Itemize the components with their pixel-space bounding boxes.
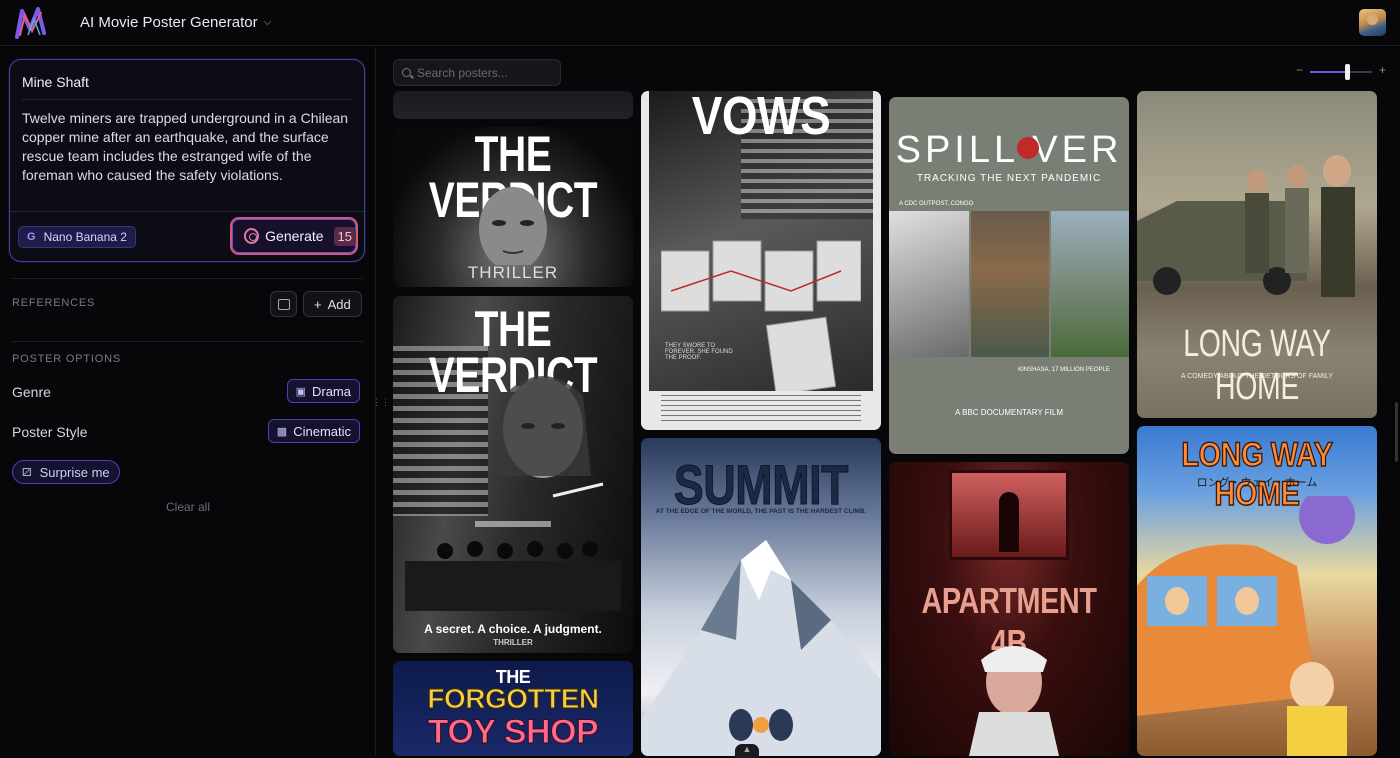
add-label: Add <box>327 296 351 312</box>
generate-button[interactable]: Generate 15 <box>230 217 358 255</box>
clapperboard-icon: ▣ <box>295 385 306 398</box>
surprise-me-button[interactable]: ⚂ Surprise me <box>12 460 120 484</box>
poster-style-label: Poster Style <box>12 424 88 440</box>
nurse-illustration <box>969 646 1059 756</box>
genre-select[interactable]: ▣ Drama <box>286 379 360 403</box>
image-icon <box>277 298 290 310</box>
family-car-illustration <box>1137 155 1355 297</box>
poster-tagline: A COMEDY ABOUT THE DETOURS OF FAMILY <box>1180 373 1334 380</box>
poster-tagline: THRILLER <box>467 263 559 282</box>
lab-scene <box>889 211 969 357</box>
prompt-title-input[interactable]: Mine Shaft <box>22 74 89 90</box>
add-reference-button[interactable]: + Add <box>303 291 362 317</box>
photo-collage-illustration <box>661 240 861 391</box>
zoom-handle[interactable] <box>1345 64 1351 80</box>
poster-style-value: Cinematic <box>293 423 351 439</box>
credit-count-badge: 15 <box>333 226 356 246</box>
poster-title: VOWS <box>691 91 831 146</box>
genre-value: Drama <box>311 383 351 399</box>
poster-style-select[interactable]: ▩ Cinematic <box>267 419 360 443</box>
poster-tagline: ロング・ウェイ・ホーム <box>1196 477 1318 489</box>
prompt-description-input[interactable]: Twelve miners are trapped underground in… <box>22 109 352 185</box>
sidebar: Mine Shaft Twelve miners are trapped und… <box>0 47 376 756</box>
poster-card[interactable]: SUMMIT AT THE EDGE OF THE WORLD, THE PAS… <box>641 438 881 756</box>
divider <box>12 341 363 342</box>
user-avatar-icon[interactable] <box>1359 9 1386 36</box>
poster-options-label: POSTER OPTIONS <box>12 353 121 365</box>
search-input[interactable]: Search posters... <box>393 59 561 86</box>
model-selector[interactable]: G Nano Banana 2 <box>18 226 136 248</box>
poster-card[interactable]: SPILL VER TRACKING THE NEXT PANDEMIC A C… <box>889 97 1129 454</box>
divider <box>22 99 352 100</box>
genre-label: Genre <box>12 384 51 400</box>
city-scene <box>1051 211 1129 357</box>
poster-card[interactable]: THE VERDICT THRILLER <box>393 127 633 287</box>
poster-note: A CDC OUTPOST, CONGO <box>899 201 974 207</box>
poster-card[interactable]: LONG WAY HOME A COMEDY ABOUT THE DETOURS… <box>1137 91 1377 418</box>
poster-title: LONG WAY HOME <box>1183 323 1331 408</box>
brand-logo-icon[interactable] <box>14 5 52 41</box>
zoom-in-icon[interactable]: + <box>1379 63 1386 77</box>
van-illustration <box>1137 496 1355 756</box>
poster-caption: KINSHASA, 17 MILLION PEOPLE <box>1018 367 1110 373</box>
poster-gallery: Search posters... − + THE VERDICT THRILL… <box>377 47 1400 758</box>
mountain-illustration <box>641 540 881 756</box>
aperture-icon <box>244 228 260 244</box>
zoom-fill <box>1310 71 1348 73</box>
virus-icon <box>1017 137 1039 159</box>
poster-card[interactable]: THE FORGOTTEN TOY SHOP <box>393 661 633 756</box>
poster-card[interactable]: VOWS THEY SWORE TO FOREVER. SHE FOUND TH… <box>641 91 881 430</box>
zoom-out-icon[interactable]: − <box>1296 63 1303 77</box>
poster-footer: THRILLER <box>493 638 533 647</box>
poster-tagline: A secret. A choice. A judgment. <box>424 622 602 636</box>
search-placeholder: Search posters... <box>417 65 508 80</box>
scrollbar[interactable] <box>1395 402 1398 462</box>
divider <box>12 278 363 279</box>
camera-icon: ▩ <box>276 425 288 438</box>
silhouette-illustration <box>999 492 1019 552</box>
poster-card[interactable] <box>393 91 633 119</box>
model-label: Nano Banana 2 <box>43 230 127 244</box>
poster-tagline: AT THE EDGE OF THE WORLD, THE PAST IS TH… <box>655 508 867 515</box>
prompt-card: Mine Shaft Twelve miners are trapped und… <box>9 59 365 262</box>
poster-title: SPILL VER <box>895 129 1123 171</box>
top-bar: AI Movie Poster Generator ⌵ <box>0 0 1400 46</box>
woman-smoking-illustration <box>495 376 604 498</box>
poster-card[interactable]: APARTMENT 4B <box>889 462 1129 756</box>
search-icon <box>402 68 411 77</box>
portrait-illustration <box>479 187 547 265</box>
poster-title-line: FORGOTTEN <box>427 683 600 715</box>
zoom-track[interactable] <box>1310 64 1372 80</box>
poster-footer: A BBC DOCUMENTARY FILM <box>954 408 1064 417</box>
market-scene <box>971 211 1049 357</box>
poster-tagline: THEY SWORE TO FOREVER. SHE FOUND THE PRO… <box>665 343 733 361</box>
chevron-down-icon: ⌵ <box>263 17 272 28</box>
surprise-label: Surprise me <box>39 464 110 480</box>
courtroom-illustration <box>405 521 621 611</box>
references-label: REFERENCES <box>12 297 96 309</box>
poster-card[interactable]: THE VERDICT A secret. A choice. A judgme… <box>393 296 633 653</box>
poster-card[interactable]: LONG WAY HOME ロング・ウェイ・ホーム <box>1137 426 1377 756</box>
credits-block <box>661 395 861 423</box>
clear-all-button[interactable]: Clear all <box>0 500 376 514</box>
google-icon: G <box>27 231 36 243</box>
upload-image-button[interactable] <box>270 291 297 317</box>
poster-title-line: TOY SHOP <box>427 713 599 752</box>
divider <box>10 211 364 212</box>
app-title: AI Movie Poster Generator <box>80 14 258 31</box>
plus-icon: + <box>314 296 322 312</box>
generate-label: Generate <box>265 228 324 244</box>
poster-tagline: TRACKING THE NEXT PANDEMIC <box>916 173 1102 184</box>
app-title-dropdown[interactable]: AI Movie Poster Generator ⌵ <box>80 14 271 31</box>
dice-icon: ⚂ <box>22 466 32 479</box>
zoom-slider[interactable]: − + <box>1296 63 1386 80</box>
